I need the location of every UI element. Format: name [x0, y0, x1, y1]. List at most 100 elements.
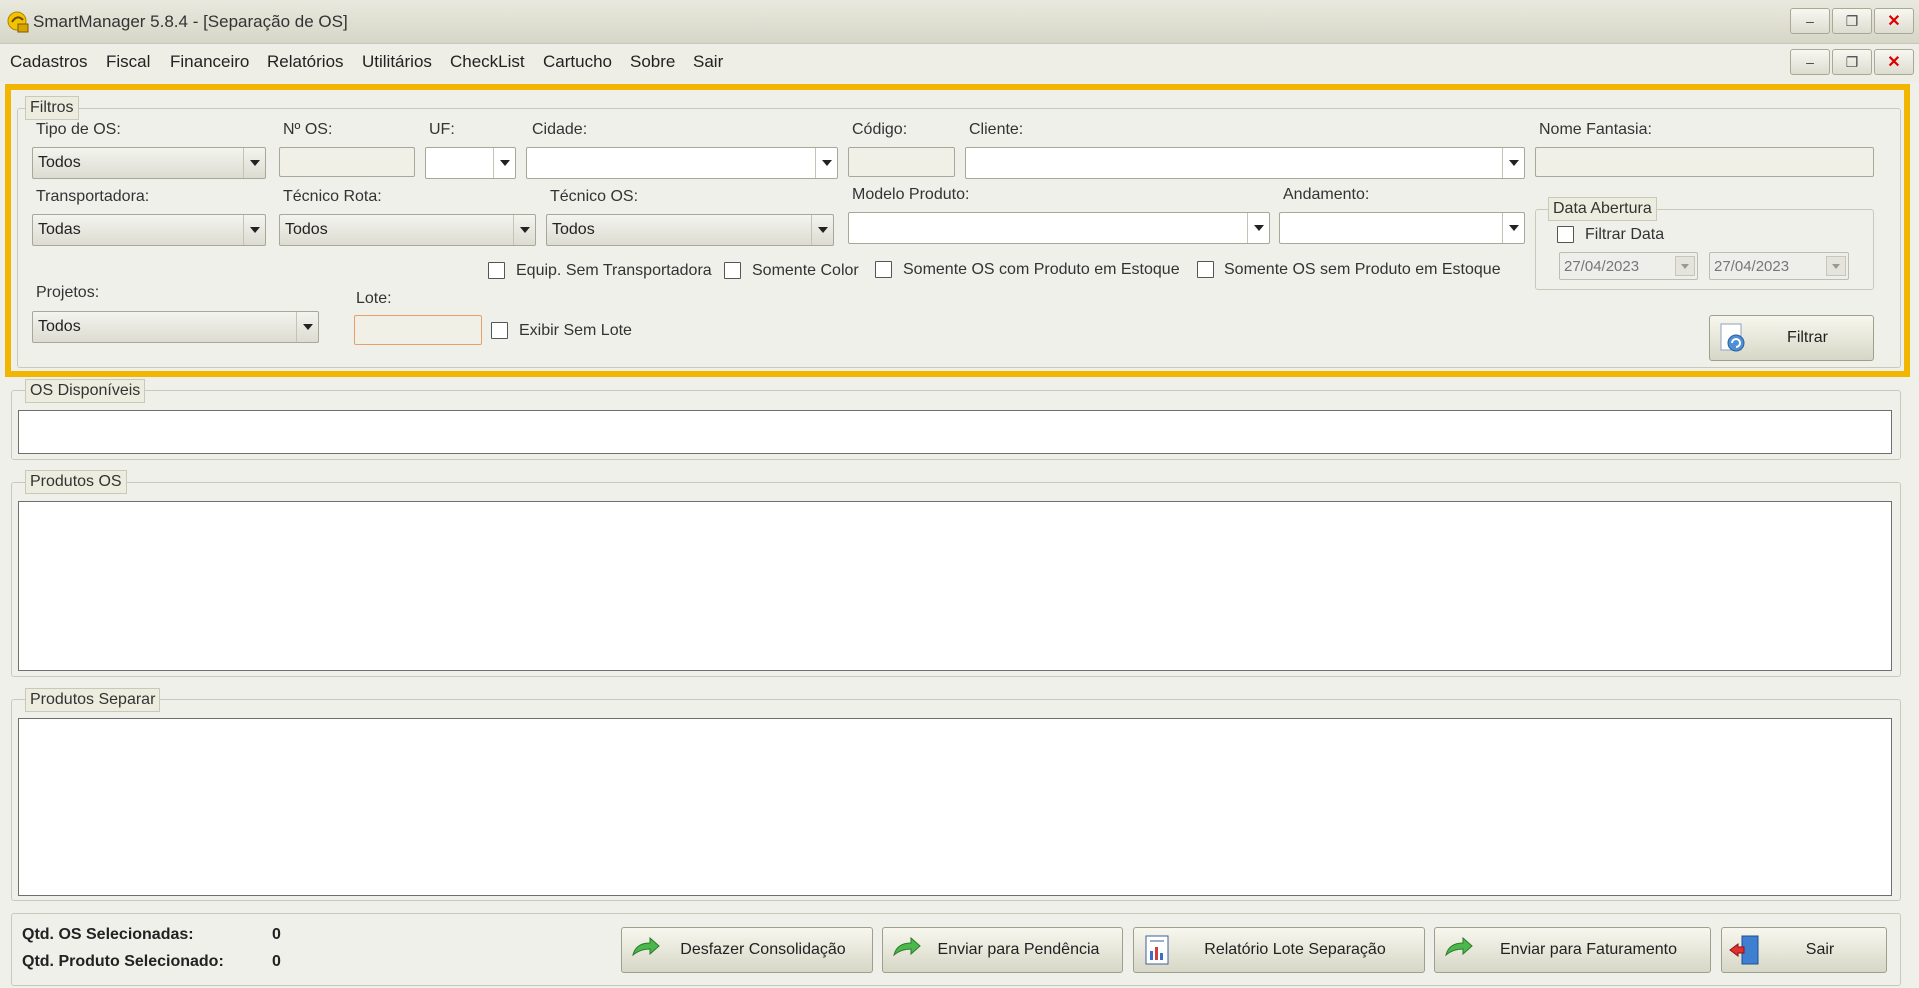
- pendencia-label: Enviar para Pendência: [937, 941, 1100, 958]
- data-fim-picker[interactable]: 27/04/2023: [1709, 252, 1849, 280]
- tecnico-rota-select[interactable]: Todos: [279, 214, 536, 246]
- restore-button[interactable]: ❐: [1832, 8, 1872, 34]
- qtd-produto-value: 0: [272, 953, 281, 970]
- transportadora-value: Todas: [38, 221, 81, 238]
- sair-button[interactable]: Sair: [1721, 927, 1887, 973]
- somente-color-label: Somente Color: [752, 262, 859, 279]
- chevron-down-icon: [243, 148, 265, 178]
- mdi-close-button[interactable]: ✕: [1874, 49, 1914, 75]
- cidade-label: Cidade:: [532, 121, 588, 138]
- cliente-label: Cliente:: [969, 121, 1024, 138]
- close-icon: ✕: [1887, 54, 1901, 71]
- os-disponiveis-label: OS Disponíveis: [25, 379, 146, 403]
- tecnico-os-value: Todos: [552, 221, 595, 238]
- enviar-faturamento-button[interactable]: Enviar para Faturamento: [1434, 927, 1711, 973]
- qtd-os-label: Qtd. OS Selecionadas:: [22, 926, 194, 943]
- qtd-produto-label: Qtd. Produto Selecionado:: [22, 953, 224, 970]
- close-button[interactable]: ✕: [1874, 8, 1914, 34]
- nome-fantasia-label: Nome Fantasia:: [1539, 121, 1652, 138]
- minimize-button[interactable]: –: [1790, 8, 1830, 34]
- transportadora-label: Transportadora:: [36, 188, 150, 205]
- refresh-filter-icon: [1720, 323, 1745, 352]
- chevron-down-icon: [493, 148, 515, 178]
- minimize-icon: –: [1806, 13, 1814, 29]
- menu-sair[interactable]: Sair: [693, 52, 723, 72]
- relatorio-label: Relatório Lote Separação: [1204, 941, 1386, 958]
- data-inicio-picker[interactable]: 27/04/2023: [1559, 252, 1698, 280]
- data-inicio-value: 27/04/2023: [1564, 258, 1640, 275]
- app-logo-icon: [7, 11, 29, 33]
- filtrar-button[interactable]: Filtrar: [1709, 315, 1874, 361]
- tipo-os-select[interactable]: Todos: [32, 147, 266, 179]
- somente-color-checkbox[interactable]: [724, 262, 741, 279]
- modelo-produto-select[interactable]: [848, 212, 1270, 244]
- menu-financeiro[interactable]: Financeiro: [170, 52, 249, 72]
- os-disponiveis-grid[interactable]: [18, 410, 1892, 454]
- somente-os-sem-produto-label: Somente OS sem Produto em Estoque: [1224, 261, 1501, 278]
- tecnico-rota-value: Todos: [285, 221, 328, 238]
- chevron-down-icon: [1502, 213, 1524, 243]
- chevron-down-icon: [815, 148, 837, 178]
- mdi-restore-button[interactable]: ❐: [1832, 49, 1872, 75]
- somente-os-sem-produto-checkbox[interactable]: [1197, 261, 1214, 278]
- num-os-input[interactable]: [279, 147, 415, 177]
- desfazer-consolidacao-button[interactable]: Desfazer Consolidação: [621, 927, 873, 973]
- somente-os-com-produto-checkbox[interactable]: [875, 261, 892, 278]
- projetos-select[interactable]: Todos: [32, 311, 319, 343]
- filtrar-data-checkbox[interactable]: [1557, 226, 1574, 243]
- data-fim-value: 27/04/2023: [1714, 258, 1790, 275]
- tecnico-rota-label: Técnico Rota:: [283, 188, 382, 205]
- cliente-select[interactable]: [965, 147, 1525, 179]
- forward-arrow-icon: [893, 936, 921, 957]
- chevron-down-icon: [1675, 256, 1695, 276]
- filtrar-data-label: Filtrar Data: [1585, 226, 1665, 243]
- chevron-down-icon: [243, 215, 265, 245]
- uf-label: UF:: [429, 121, 455, 138]
- menu-relatorios[interactable]: Relatórios: [267, 52, 344, 72]
- chevron-down-icon: [296, 312, 318, 342]
- tecnico-os-select[interactable]: Todos: [546, 214, 834, 246]
- produtos-separar-grid[interactable]: [18, 718, 1892, 896]
- produtos-os-grid[interactable]: [18, 501, 1892, 671]
- transportadora-select[interactable]: Todas: [32, 214, 266, 246]
- equip-sem-transportadora-checkbox[interactable]: [488, 262, 505, 279]
- minimize-icon: –: [1806, 54, 1814, 70]
- menu-fiscal[interactable]: Fiscal: [106, 52, 150, 72]
- andamento-select[interactable]: [1279, 212, 1525, 244]
- exibir-sem-lote-checkbox[interactable]: [491, 322, 508, 339]
- somente-os-com-produto-label: Somente OS com Produto em Estoque: [903, 261, 1180, 278]
- chevron-down-icon: [513, 215, 535, 245]
- tipo-os-value: Todos: [38, 154, 81, 171]
- modelo-produto-label: Modelo Produto:: [852, 186, 970, 203]
- codigo-label: Código:: [852, 121, 908, 138]
- andamento-label: Andamento:: [1283, 186, 1370, 203]
- cidade-select[interactable]: [526, 147, 838, 179]
- mdi-minimize-button[interactable]: –: [1790, 49, 1830, 75]
- produtos-os-label: Produtos OS: [25, 470, 127, 494]
- menu-utilitarios[interactable]: Utilitários: [362, 52, 432, 72]
- filtrar-label: Filtrar: [1787, 329, 1828, 346]
- exit-door-icon: [1729, 935, 1759, 965]
- report-icon: [1145, 935, 1169, 965]
- forward-arrow-icon: [1445, 936, 1473, 957]
- menu-sobre[interactable]: Sobre: [630, 52, 675, 72]
- menu-cartucho[interactable]: Cartucho: [543, 52, 612, 72]
- enviar-pendencia-button[interactable]: Enviar para Pendência: [882, 927, 1123, 973]
- uf-select[interactable]: [425, 147, 516, 179]
- num-os-label: Nº OS:: [283, 121, 333, 138]
- relatorio-lote-button[interactable]: Relatório Lote Separação: [1133, 927, 1425, 973]
- sair-label: Sair: [1805, 941, 1835, 958]
- codigo-input[interactable]: [848, 147, 955, 177]
- equip-sem-transportadora-label: Equip. Sem Transportadora: [516, 262, 712, 279]
- lote-input[interactable]: [354, 315, 482, 345]
- restore-icon: ❐: [1845, 12, 1859, 29]
- chevron-down-icon: [1502, 148, 1524, 178]
- menu-cadastros[interactable]: Cadastros: [10, 52, 87, 72]
- faturamento-label: Enviar para Faturamento: [1500, 941, 1677, 958]
- qtd-os-value: 0: [272, 926, 281, 943]
- close-icon: ✕: [1887, 13, 1901, 30]
- menu-checklist[interactable]: CheckList: [450, 52, 525, 72]
- chevron-down-icon: [811, 215, 833, 245]
- filtros-label: Filtros: [25, 96, 79, 120]
- nome-fantasia-input[interactable]: [1535, 147, 1874, 177]
